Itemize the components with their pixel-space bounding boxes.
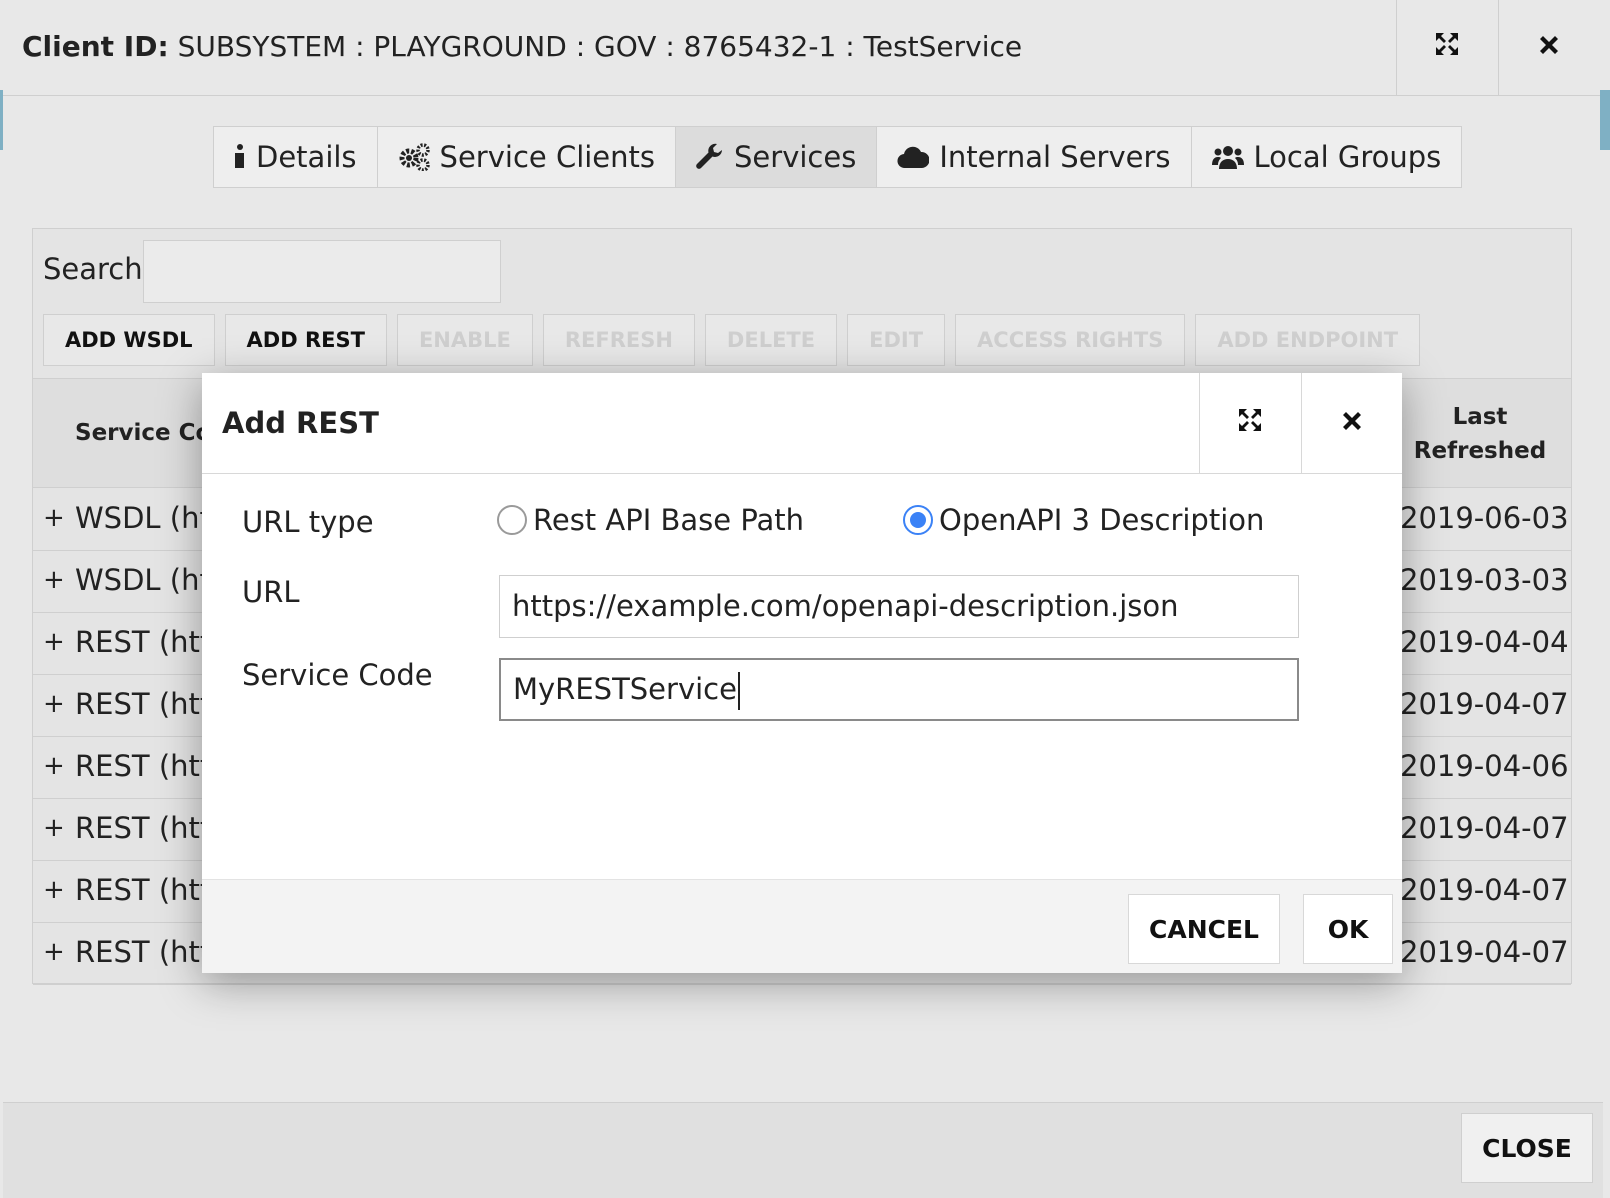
radio-openapi-3-description-label[interactable]: OpenAPI 3 Description (939, 503, 1264, 537)
last-refreshed-date: 2019-04-07 (1400, 811, 1569, 845)
service-name: REST (htt (75, 687, 212, 721)
access-rights-button[interactable]: ACCESS RIGHTS (955, 314, 1186, 366)
cloud-icon (897, 145, 930, 169)
service-name: REST (htt (75, 873, 212, 907)
add-rest-dialog: Add REST URL type Rest API Base Path Ope… (202, 373, 1402, 973)
modal-close-button[interactable] (1301, 373, 1402, 473)
expand-plus-icon[interactable]: + (43, 813, 65, 843)
last-refreshed-date: 2019-03-03 (1400, 563, 1569, 597)
client-id-label: Client ID: (22, 30, 169, 63)
add-rest-title: Add REST (222, 406, 379, 440)
last-refreshed-date: 2019-04-07 (1400, 873, 1569, 907)
column-header-line: Last (1452, 404, 1508, 430)
window-edge (0, 90, 3, 150)
close-icon (1537, 30, 1561, 65)
add-rest-titlebar: Add REST (202, 373, 1402, 474)
enable-button[interactable]: ENABLE (396, 314, 533, 366)
wrench-icon (696, 143, 724, 171)
cancel-button[interactable]: CANCEL (1128, 894, 1280, 964)
last-refreshed-date: 2019-06-03 (1400, 501, 1569, 535)
tab-label: Details (256, 140, 357, 174)
maximize-button[interactable] (1396, 0, 1496, 95)
last-refreshed-date: 2019-04-07 (1400, 687, 1569, 721)
last-refreshed-date: 2019-04-07 (1400, 935, 1569, 969)
client-id-title: Client ID: SUBSYSTEM : PLAYGROUND : GOV … (22, 30, 1022, 63)
client-dialog-titlebar: Client ID: SUBSYSTEM : PLAYGROUND : GOV … (0, 0, 1600, 96)
client-id-value: SUBSYSTEM : PLAYGROUND : GOV : 8765432-1… (177, 30, 1023, 63)
tab-label: Services (734, 140, 857, 174)
delete-button[interactable]: DELETE (704, 314, 838, 366)
tab-details[interactable]: Details (214, 127, 378, 187)
client-tabs: Details Service Clients Services Interna… (213, 126, 1463, 188)
radio-openapi-3-description[interactable] (903, 505, 933, 535)
radio-rest-api-base-path-label[interactable]: Rest API Base Path (533, 503, 804, 537)
modal-maximize-button[interactable] (1199, 373, 1300, 473)
url-label: URL (242, 575, 300, 609)
add-rest-footer: CANCEL OK (202, 879, 1402, 973)
gears-icon (398, 143, 430, 171)
tab-label: Internal Servers (939, 140, 1171, 174)
dialog-footer (3, 1102, 1603, 1198)
tab-service-clients[interactable]: Service Clients (378, 127, 677, 187)
ok-button[interactable]: OK (1303, 894, 1393, 964)
service-name: REST (htt (75, 811, 212, 845)
last-refreshed-date: 2019-04-04 (1400, 625, 1569, 659)
dialog-close-button[interactable] (1498, 0, 1598, 95)
service-code-label: Service Code (242, 658, 433, 692)
expand-icon (1237, 406, 1263, 441)
expand-plus-icon[interactable]: + (43, 937, 65, 967)
service-name: REST (htt (75, 935, 212, 969)
search-label: Search (43, 252, 143, 286)
expand-plus-icon[interactable]: + (43, 565, 65, 595)
column-header-line: Refreshed (1413, 438, 1547, 464)
service-name: REST (htt (75, 625, 212, 659)
edit-button[interactable]: EDIT (847, 314, 946, 366)
tab-internal-servers[interactable]: Internal Servers (877, 127, 1192, 187)
tab-label: Local Groups (1253, 140, 1442, 174)
expand-plus-icon[interactable]: + (43, 751, 65, 781)
service-code-value: MyRESTService (513, 672, 737, 706)
add-endpoint-button[interactable]: ADD ENDPOINT (1195, 314, 1421, 366)
url-input[interactable]: https://example.com/openapi-description.… (499, 575, 1299, 638)
service-name: WSDL (ht (75, 563, 211, 597)
users-icon (1211, 143, 1244, 171)
tab-label: Service Clients (439, 140, 656, 174)
expand-plus-icon[interactable]: + (43, 875, 65, 905)
column-header-last-refreshed[interactable]: Last Refreshed (1400, 400, 1560, 468)
expand-plus-icon[interactable]: + (43, 627, 65, 657)
add-wsdl-button[interactable]: ADD WSDL (43, 314, 215, 366)
scrollbar-edge (1600, 90, 1610, 150)
text-caret (737, 672, 740, 710)
url-type-label: URL type (242, 505, 374, 539)
expand-icon (1434, 30, 1460, 65)
service-name: WSDL (ht (75, 501, 211, 535)
service-code-input[interactable]: MyRESTService (499, 658, 1299, 721)
expand-plus-icon[interactable]: + (43, 503, 65, 533)
services-toolbar: ADD WSDL ADD REST ENABLE REFRESH DELETE … (43, 314, 1421, 366)
service-name: REST (htt (75, 749, 212, 783)
close-button[interactable]: CLOSE (1461, 1113, 1593, 1183)
add-rest-button[interactable]: ADD REST (224, 314, 387, 366)
refresh-button[interactable]: REFRESH (542, 314, 695, 366)
last-refreshed-date: 2019-04-06 (1400, 749, 1569, 783)
tab-services[interactable]: Services (676, 127, 878, 187)
search-input[interactable] (143, 240, 501, 303)
expand-plus-icon[interactable]: + (43, 689, 65, 719)
radio-rest-api-base-path[interactable] (497, 505, 527, 535)
close-icon (1340, 406, 1364, 441)
info-icon (234, 144, 246, 170)
tab-local-groups[interactable]: Local Groups (1192, 127, 1462, 187)
